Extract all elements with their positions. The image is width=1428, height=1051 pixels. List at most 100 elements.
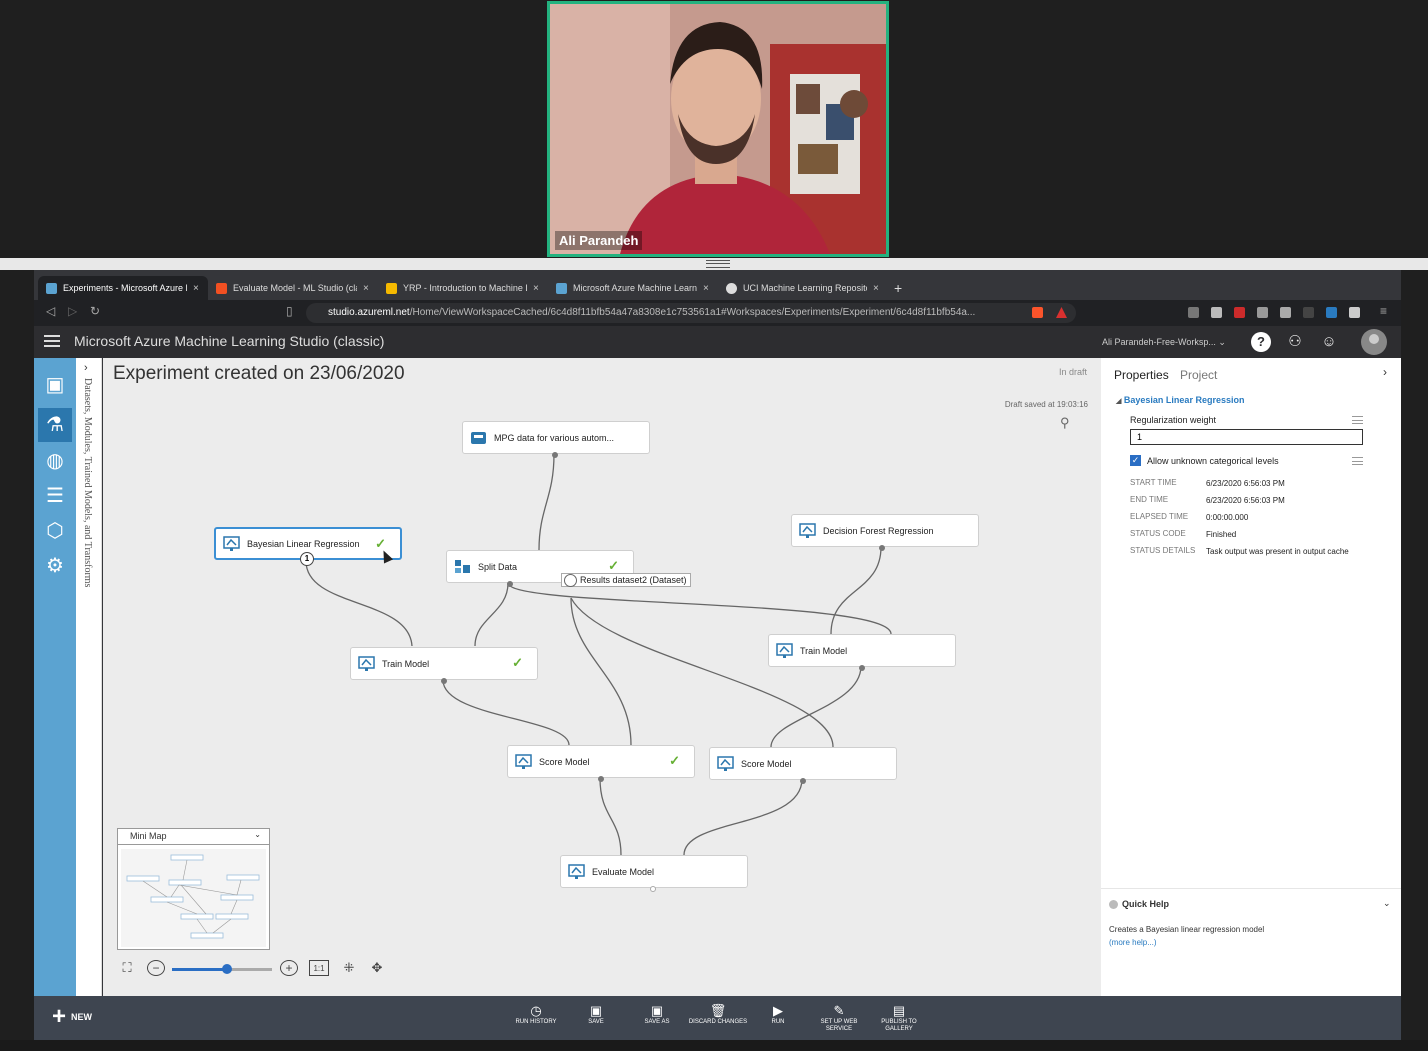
experiments-flask-icon[interactable]: ⚗ bbox=[38, 408, 72, 442]
community-icon[interactable]: ⚇ bbox=[1285, 332, 1305, 352]
module-heading[interactable]: ◢ Bayesian Linear Regression bbox=[1116, 395, 1244, 405]
trained-models-cube-icon[interactable]: ⬡ bbox=[38, 514, 72, 548]
fit-to-screen-icon[interactable]: ⛶ bbox=[117, 960, 137, 976]
publish-to-gallery-button[interactable]: ▤ PUBLISH TO GALLERY bbox=[869, 1003, 929, 1033]
extension-icon[interactable] bbox=[1234, 307, 1245, 318]
browser-tab[interactable]: Experiments - Microsoft Azure M × bbox=[38, 276, 208, 300]
connection-edge bbox=[683, 778, 803, 856]
regularization-weight-input[interactable] bbox=[1130, 429, 1363, 445]
projects-icon[interactable]: ▣ bbox=[38, 368, 72, 402]
quick-help-title[interactable]: Quick Help bbox=[1122, 899, 1169, 909]
actual-size-button[interactable]: 1:1 bbox=[309, 960, 329, 976]
dataset-module-mpg[interactable]: MPG data for various autom... bbox=[462, 421, 650, 458]
feedback-smiley-icon[interactable]: ☺ bbox=[1319, 332, 1339, 352]
browser-tab[interactable]: Microsoft Azure Machine Learnin × bbox=[548, 276, 718, 300]
chevron-down-icon[interactable]: ⌄ bbox=[1383, 898, 1391, 909]
save-button[interactable]: ▣ SAVE bbox=[566, 1003, 626, 1026]
help-icon[interactable]: ? bbox=[1251, 332, 1271, 352]
browser-menu-icon[interactable]: ≡ bbox=[1380, 304, 1387, 318]
web-services-globe-icon[interactable]: ◍ bbox=[38, 444, 72, 478]
workspace-selector[interactable]: Ali Parandeh-Free-Worksp... ⌄ bbox=[1102, 337, 1226, 348]
plus-icon: + bbox=[52, 1003, 67, 1030]
new-tab-button[interactable]: + bbox=[894, 280, 902, 296]
close-tab-icon[interactable]: × bbox=[703, 283, 709, 294]
split-divider[interactable] bbox=[0, 258, 1428, 270]
extension-icon[interactable] bbox=[1188, 307, 1199, 318]
reload-icon[interactable]: ↻ bbox=[90, 304, 100, 318]
output-port-badge[interactable]: 1 bbox=[300, 552, 314, 566]
close-tab-icon[interactable]: × bbox=[533, 283, 539, 294]
extension-icon[interactable] bbox=[1326, 307, 1337, 318]
tab-project[interactable]: Project bbox=[1180, 368, 1217, 382]
chevron-right-icon[interactable]: › bbox=[1383, 365, 1387, 379]
camera-extension-icon[interactable] bbox=[1257, 307, 1268, 318]
browser-tab[interactable]: YRP - Introduction to Machine L × bbox=[378, 276, 548, 300]
output-port[interactable] bbox=[552, 452, 558, 458]
output-port[interactable] bbox=[879, 545, 885, 551]
more-help-link[interactable]: (more help...) bbox=[1109, 938, 1157, 947]
zoom-in-icon[interactable]: + bbox=[280, 960, 298, 976]
url-path: /Home/ViewWorkspaceCached/6c4d8f11bfb54a… bbox=[409, 307, 976, 318]
divider-grip-icon[interactable] bbox=[706, 260, 730, 268]
output-port[interactable] bbox=[598, 776, 604, 782]
pan-icon[interactable]: ✥ bbox=[367, 960, 387, 976]
browser-tab[interactable]: UCI Machine Learning Repository × bbox=[718, 276, 888, 300]
stat-value: Task output was present in output cache bbox=[1206, 547, 1349, 556]
module-palette[interactable]: › Datasets, Modules, Trained Models, and… bbox=[76, 358, 102, 996]
run-history-button[interactable]: ◷ RUN HISTORY bbox=[506, 1003, 566, 1026]
mail-extension-icon[interactable] bbox=[1211, 307, 1222, 318]
extension-icon[interactable] bbox=[1303, 307, 1314, 318]
set-up-web-service-button[interactable]: ✎ SET UP WEB SERVICE bbox=[809, 1003, 869, 1033]
parameter-menu-icon[interactable] bbox=[1352, 457, 1363, 465]
output-port[interactable] bbox=[800, 778, 806, 784]
zoom-out-icon[interactable]: − bbox=[147, 960, 165, 976]
module-label: Train Model bbox=[382, 658, 430, 669]
zoom-slider-fill bbox=[172, 968, 227, 971]
output-port[interactable] bbox=[859, 665, 865, 671]
extension-icon[interactable] bbox=[1349, 307, 1360, 318]
module-decision-forest-regression[interactable]: Decision Forest Regression bbox=[791, 514, 979, 551]
zoom-slider-handle[interactable] bbox=[222, 964, 232, 974]
discard-changes-button[interactable]: 🗑 DISCARD CHANGES bbox=[688, 1003, 748, 1026]
auto-layout-icon[interactable]: ⁜ bbox=[339, 960, 359, 976]
mini-map-header[interactable]: Mini Map ⌄ bbox=[118, 829, 269, 845]
url-field[interactable]: studio.azureml.net/Home/ViewWorkspaceCac… bbox=[306, 303, 1076, 323]
run-button[interactable]: ▶ RUN bbox=[748, 1003, 808, 1026]
mini-map-viewport[interactable] bbox=[121, 849, 266, 947]
output-port[interactable] bbox=[507, 581, 513, 587]
close-tab-icon[interactable]: × bbox=[193, 283, 199, 294]
settings-gear-icon[interactable]: ⚙ bbox=[38, 549, 72, 583]
close-tab-icon[interactable]: × bbox=[873, 283, 879, 294]
chevron-right-icon[interactable]: › bbox=[84, 362, 88, 374]
mini-map[interactable]: Mini Map ⌄ bbox=[117, 828, 270, 950]
chevron-down-icon[interactable]: ⌄ bbox=[254, 830, 261, 839]
allow-unknown-checkbox[interactable]: ✓ bbox=[1130, 455, 1141, 466]
output-port[interactable] bbox=[441, 678, 447, 684]
module-train-model[interactable]: Train Model bbox=[768, 634, 956, 671]
extension-icon[interactable] bbox=[1280, 307, 1291, 318]
back-arrow-icon[interactable]: ◁ bbox=[46, 304, 55, 318]
avatar[interactable] bbox=[1361, 329, 1387, 355]
close-tab-icon[interactable]: × bbox=[363, 283, 369, 294]
save-as-button[interactable]: ▣ SAVE AS bbox=[627, 1003, 687, 1026]
zoom-slider[interactable] bbox=[172, 964, 272, 974]
stat-value: 6/23/2020 6:56:03 PM bbox=[1206, 479, 1285, 488]
datasets-icon[interactable]: ☰ bbox=[38, 479, 72, 513]
experiment-canvas[interactable]: Experiment created on 23/06/2020 In draf… bbox=[103, 358, 1101, 996]
tab-properties[interactable]: Properties bbox=[1114, 368, 1169, 382]
new-button[interactable]: + NEW bbox=[52, 1003, 92, 1030]
browser-tab[interactable]: Evaluate Model - ML Studio (cla × bbox=[208, 276, 378, 300]
module-score-model[interactable]: Score Model ✓ bbox=[507, 745, 695, 782]
participant-video-tile[interactable]: Ali Parandeh bbox=[547, 1, 889, 257]
hamburger-menu-icon[interactable] bbox=[44, 335, 60, 347]
module-evaluate-model[interactable]: Evaluate Model bbox=[560, 855, 748, 892]
module-train-model[interactable]: Train Model ✓ bbox=[350, 647, 538, 684]
bookmark-icon[interactable]: ▯ bbox=[286, 304, 293, 318]
brave-shield-icon[interactable] bbox=[1032, 307, 1043, 318]
parameter-menu-icon[interactable] bbox=[1352, 416, 1363, 424]
forward-arrow-icon[interactable]: ▷ bbox=[68, 304, 77, 318]
stat-key: STATUS DETAILS bbox=[1130, 546, 1196, 555]
module-score-model[interactable]: Score Model bbox=[709, 747, 897, 784]
output-port[interactable] bbox=[650, 886, 656, 892]
connection-edge bbox=[599, 777, 622, 856]
